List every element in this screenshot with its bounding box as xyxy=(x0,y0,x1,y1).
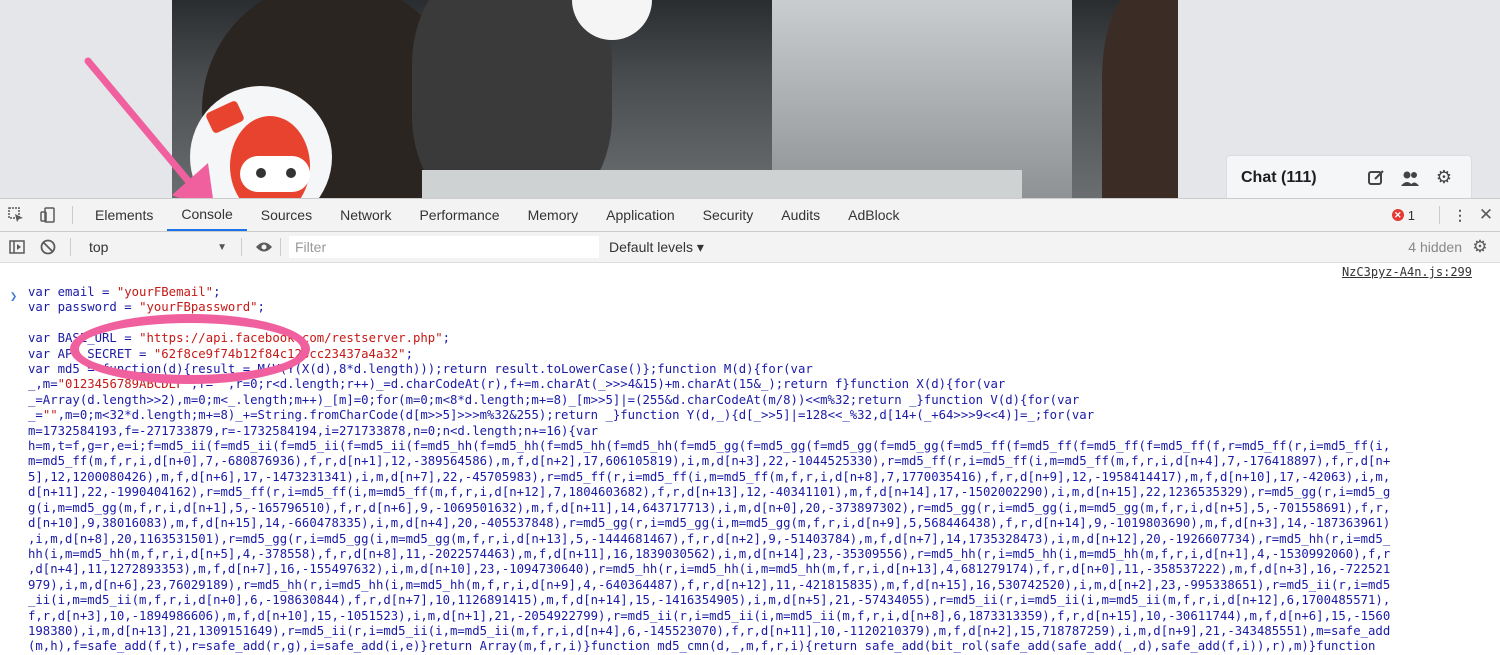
console-line: 979),i,m,d[n+6],23,76029189),r=md5_hh(r,… xyxy=(28,577,1391,592)
devtools-tabbar: Elements Console Sources Network Perform… xyxy=(0,199,1500,232)
arrow-annotation xyxy=(84,57,215,213)
sidebar-toggle-icon[interactable] xyxy=(0,231,34,263)
filter-input[interactable]: Filter xyxy=(289,236,599,258)
context-select[interactable]: top ▼ xyxy=(83,236,233,258)
console-line: ,i,m,d[n+8],20,1163531501),r=md5_gg(r,i=… xyxy=(28,531,1391,546)
log-levels-dropdown[interactable]: Default levels ▾ xyxy=(609,239,704,256)
inspect-icon[interactable] xyxy=(0,199,32,231)
clear-console-icon[interactable] xyxy=(34,231,62,263)
console-line: _=Array(d.length>>2),m=0;m<_.length;m++)… xyxy=(28,392,1080,407)
console-line: hh(i,m=md5_hh(m,f,r,i,d[n+5],4,-378558),… xyxy=(28,546,1391,561)
console-line: 198380),i,m,d[n+13],21,1309151649),r=md5… xyxy=(28,623,1391,638)
gear-icon[interactable]: ⚙ xyxy=(1431,165,1457,191)
console-output[interactable]: NzC3pyz-A4n.js:299 ❯ var email = "yourFB… xyxy=(0,263,1500,655)
chat-bar[interactable]: Chat (111) ⚙ xyxy=(1226,155,1472,198)
console-line: g(i,m=md5_gg(m,f,r,i,d[n+1],5,-165796510… xyxy=(28,500,1391,515)
console-line: 5],12,1200080426),m,f,d[n+6],17,-1473231… xyxy=(28,469,1391,484)
error-count: 1 xyxy=(1407,207,1415,223)
error-counter[interactable]: ✕ 1 xyxy=(1391,207,1415,223)
console-line: _ii(i,m=md5_ii(m,f,r,i,d[n+0],6,-1986308… xyxy=(28,593,1391,608)
tab-application[interactable]: Application xyxy=(592,199,689,231)
tab-network[interactable]: Network xyxy=(326,199,405,231)
tab-audits[interactable]: Audits xyxy=(767,199,834,231)
context-value: top xyxy=(89,239,109,255)
console-line: var email = "yourFBemail"; xyxy=(28,285,221,299)
tab-adblock[interactable]: AdBlock xyxy=(834,199,913,231)
console-toolbar: top ▼ Filter Default levels ▾ 4 hidden ⚙ xyxy=(0,232,1500,263)
console-line: var password = "yourFBpassword"; xyxy=(28,300,265,315)
device-toggle-icon[interactable] xyxy=(32,199,64,231)
devtools-panel: Elements Console Sources Network Perform… xyxy=(0,198,1500,655)
console-line: d[n+10],9,38016083),m,f,d[n+15],14,-6604… xyxy=(28,516,1391,531)
console-line: m=md5_ff(m,f,r,i,d[n+0],7,-680876936),f,… xyxy=(28,454,1391,469)
hidden-count: 4 hidden xyxy=(1408,239,1462,255)
source-link[interactable]: NzC3pyz-A4n.js:299 xyxy=(1342,265,1472,279)
close-icon[interactable]: ✕ xyxy=(1472,199,1500,231)
tab-sources[interactable]: Sources xyxy=(247,199,326,231)
group-icon[interactable] xyxy=(1397,165,1423,191)
console-line: d[n+11],22,-1990404162),r=md5_ff(r,i=md5… xyxy=(28,485,1391,500)
error-icon: ✕ xyxy=(1391,209,1404,221)
console-line: _,m="0123456789ABCDEF",f="",r=0;r<d.leng… xyxy=(28,377,1006,392)
more-options-icon[interactable]: ⋮ xyxy=(1448,199,1472,231)
tab-memory[interactable]: Memory xyxy=(514,199,593,231)
console-line: ,d[n+4],11,1272893353),m,f,d[n+7],16,-15… xyxy=(28,562,1391,577)
console-line: _="",m=0;m<32*d.length;m+=8)_+=String.fr… xyxy=(28,408,1095,423)
dropdown-arrow-icon: ▼ xyxy=(217,241,227,253)
console-line: f,r,d[n+3],10,-1894986606),m,f,d[n+10],1… xyxy=(28,608,1391,623)
console-line: m=1732584193,f=-271733879,r=-1732584194,… xyxy=(28,423,599,438)
chevron-right-icon: ❯ xyxy=(10,289,18,303)
console-settings-icon[interactable]: ⚙ xyxy=(1466,232,1494,262)
eye-icon[interactable] xyxy=(250,231,278,263)
compose-icon[interactable] xyxy=(1363,165,1389,191)
highlight-circle xyxy=(70,314,310,384)
tab-performance[interactable]: Performance xyxy=(405,199,513,231)
tab-console[interactable]: Console xyxy=(167,199,247,231)
tab-elements[interactable]: Elements xyxy=(81,199,167,231)
console-line: h=m,t=f,g=r,e=i;f=md5_ii(f=md5_ii(f=md5_… xyxy=(28,439,1391,454)
tab-security[interactable]: Security xyxy=(689,199,768,231)
console-line: (m,h),f=safe_add(f,t),r=safe_add(r,g),i=… xyxy=(28,639,1376,654)
chat-title: Chat (111) xyxy=(1241,168,1317,186)
